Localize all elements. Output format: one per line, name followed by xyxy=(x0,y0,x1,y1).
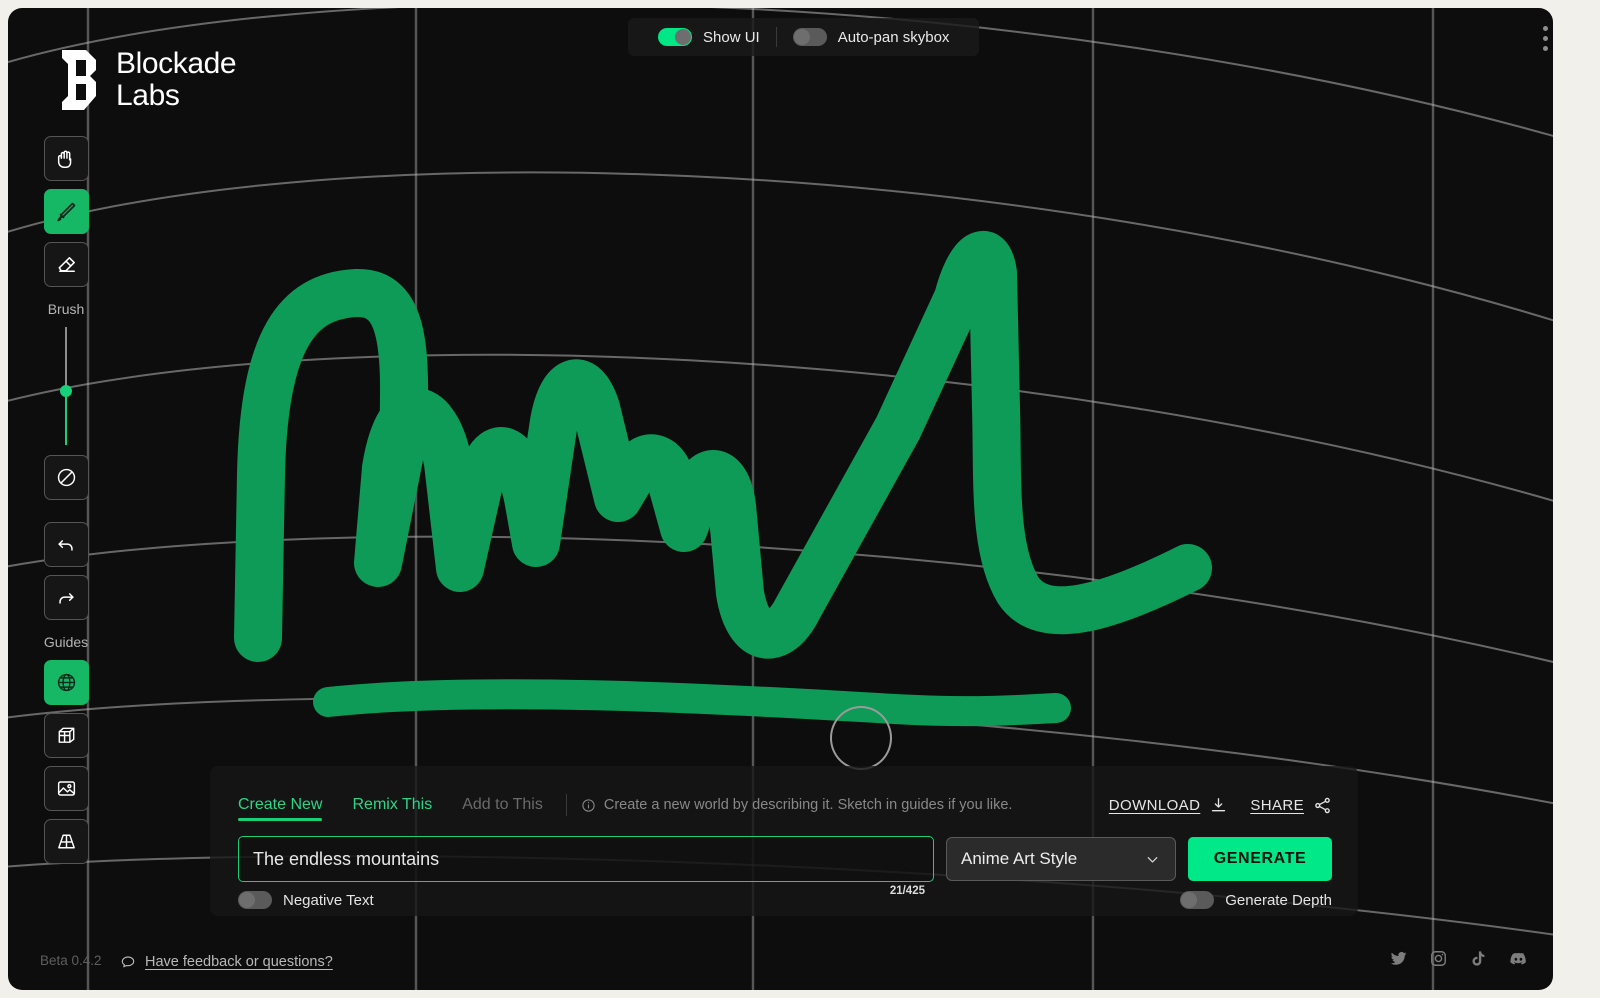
tab-remix-this[interactable]: Remix This xyxy=(337,796,447,821)
show-ui-toggle-group[interactable]: Show UI xyxy=(642,28,776,46)
hand-icon xyxy=(57,150,72,168)
prompt-row: 21/425 Anime Art Style GENERATE xyxy=(238,836,1332,897)
eraser-icon xyxy=(58,257,75,272)
feedback-text: Have feedback or questions? xyxy=(145,954,333,970)
brand-line-1: Blockade xyxy=(116,47,237,80)
feedback-link[interactable]: Have feedback or questions? xyxy=(120,954,333,970)
discord-icon[interactable] xyxy=(1508,949,1529,968)
clear-tool[interactable] xyxy=(43,455,89,500)
share-label: SHARE xyxy=(1250,797,1304,814)
style-dropdown[interactable]: Anime Art Style xyxy=(946,837,1176,881)
panel-options-row: Negative Text Generate Depth xyxy=(238,891,1332,909)
slider-handle[interactable] xyxy=(60,384,72,397)
overflow-menu-dots[interactable] xyxy=(1543,26,1548,51)
guide-perspective[interactable] xyxy=(43,819,89,864)
cube-icon xyxy=(58,727,74,743)
panel-actions: DOWNLOAD SHARE xyxy=(1109,796,1332,815)
negative-text-toggle[interactable] xyxy=(238,891,272,909)
tab-create-new[interactable]: Create New xyxy=(238,796,337,821)
paintbrush-icon xyxy=(57,202,76,221)
brush-tool[interactable] xyxy=(43,189,89,234)
instagram-icon[interactable] xyxy=(1429,949,1448,968)
brand-name: Blockade Labs xyxy=(116,47,237,112)
negative-text-option[interactable]: Negative Text xyxy=(238,891,374,909)
share-button[interactable]: SHARE xyxy=(1250,796,1332,815)
auto-pan-label: Auto-pan skybox xyxy=(837,28,950,46)
tool-sidebar: Brush Guides xyxy=(30,136,102,872)
tiktok-icon[interactable] xyxy=(1469,949,1487,968)
undo-arrow-icon xyxy=(58,539,73,551)
tab-add-to-this[interactable]: Add to This xyxy=(447,796,558,821)
generate-depth-label: Generate Depth xyxy=(1225,891,1332,909)
undo-button[interactable] xyxy=(43,522,89,567)
tabs-divider xyxy=(565,794,567,816)
app-window: Show UI Auto-pan skybox Blockade Labs Br… xyxy=(8,8,1553,990)
prompt-field-wrapper[interactable]: 21/425 xyxy=(238,836,934,897)
twitter-icon[interactable] xyxy=(1389,949,1408,968)
chevron-down-icon xyxy=(1147,856,1158,863)
redo-arrow-icon xyxy=(59,592,74,604)
guides-section-label: Guides xyxy=(43,634,89,650)
auto-pan-toggle-group[interactable]: Auto-pan skybox xyxy=(777,28,966,46)
style-selected-value: Anime Art Style xyxy=(961,849,1078,868)
generate-depth-toggle[interactable] xyxy=(1180,891,1215,909)
show-ui-label: Show UI xyxy=(703,28,760,46)
prompt-input[interactable] xyxy=(239,837,933,881)
generate-depth-option[interactable]: Generate Depth xyxy=(1180,891,1332,909)
negative-text-label: Negative Text xyxy=(283,891,374,909)
globe-icon xyxy=(57,673,75,692)
social-links xyxy=(1389,949,1529,968)
no-entry-icon xyxy=(57,468,75,487)
brush-size-slider[interactable] xyxy=(56,327,76,445)
viewport-toggle-bar: Show UI Auto-pan skybox xyxy=(628,18,980,56)
brand-line-2: Labs xyxy=(116,78,180,112)
auto-pan-toggle[interactable] xyxy=(792,28,827,46)
share-nodes-icon xyxy=(1315,797,1330,814)
panel-hint-text: Create a new world by describing it. Ske… xyxy=(603,797,1013,813)
image-icon xyxy=(57,781,75,796)
eraser-tool[interactable] xyxy=(43,242,89,287)
speech-bubble-icon xyxy=(121,956,135,968)
generate-button[interactable]: GENERATE xyxy=(1188,837,1332,881)
brush-section-label: Brush xyxy=(47,301,85,317)
guide-cube[interactable] xyxy=(43,713,89,758)
show-ui-toggle[interactable] xyxy=(658,28,692,46)
hand-tool[interactable] xyxy=(43,136,89,181)
mode-tabs: Create New Remix This Add to This Create… xyxy=(238,794,1012,822)
brand-logo[interactable]: Blockade Labs xyxy=(60,47,237,112)
prompt-panel: Create New Remix This Add to This Create… xyxy=(210,766,1358,916)
version-label: Beta 0.4.2 xyxy=(40,953,102,968)
download-label: DOWNLOAD xyxy=(1108,797,1201,814)
panel-hint: Create a new world by describing it. Ske… xyxy=(581,797,1013,819)
download-button[interactable]: DOWNLOAD xyxy=(1109,796,1229,815)
download-icon xyxy=(1212,798,1226,812)
perspective-grid-icon xyxy=(57,834,75,849)
guide-image[interactable] xyxy=(43,766,89,811)
guide-sphere[interactable] xyxy=(43,660,89,705)
blockade-b-mark-icon xyxy=(62,49,96,110)
info-circle-icon xyxy=(582,798,595,812)
redo-button[interactable] xyxy=(43,575,89,620)
